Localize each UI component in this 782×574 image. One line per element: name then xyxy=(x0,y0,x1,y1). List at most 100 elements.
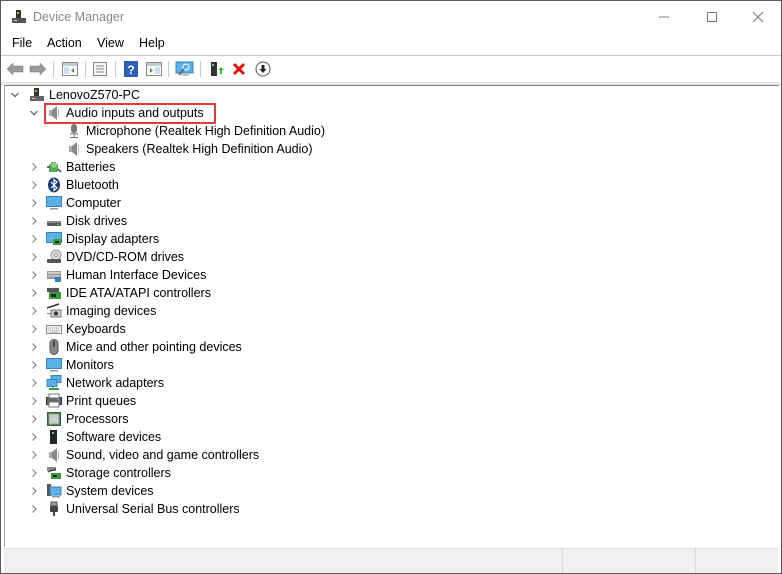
status-cell-main xyxy=(4,549,562,573)
chevron-right-icon[interactable] xyxy=(28,338,40,356)
tree-category-software-devices[interactable]: Software devices xyxy=(28,428,161,446)
disable-device-button[interactable] xyxy=(253,60,273,78)
category-label: Storage controllers xyxy=(66,466,171,480)
chevron-right-icon[interactable] xyxy=(28,464,40,482)
tree-category-processors[interactable]: Processors xyxy=(28,410,129,428)
display-adapter-icon xyxy=(46,231,62,247)
title-bar[interactable]: Device Manager xyxy=(1,1,781,33)
category-label: Human Interface Devices xyxy=(66,268,207,282)
tree-category-imaging-devices[interactable]: Imaging devices xyxy=(28,302,156,320)
maximize-button[interactable] xyxy=(689,1,735,33)
properties-button[interactable] xyxy=(90,60,110,78)
chevron-right-icon[interactable] xyxy=(28,284,40,302)
menu-help[interactable]: Help xyxy=(139,36,165,50)
disk-drive-icon xyxy=(46,213,62,229)
toolbar: ? xyxy=(1,56,781,82)
category-label: Mice and other pointing devices xyxy=(66,340,242,354)
chevron-down-icon[interactable] xyxy=(9,86,21,104)
usb-icon xyxy=(46,501,62,517)
category-label: Disk drives xyxy=(66,214,128,228)
uninstall-device-button[interactable] xyxy=(229,60,249,78)
category-label: Processors xyxy=(66,412,129,426)
device-label: Speakers (Realtek High Definition Audio) xyxy=(86,142,313,156)
tree-root[interactable]: LenovoZ570-PC xyxy=(9,86,140,104)
highlight-box xyxy=(44,103,216,124)
tree-category-monitors[interactable]: Monitors xyxy=(28,356,114,374)
chevron-right-icon[interactable] xyxy=(28,320,40,338)
toolbar-separator xyxy=(200,61,201,77)
chevron-down-icon[interactable] xyxy=(28,104,40,122)
category-label: System devices xyxy=(66,484,154,498)
chevron-right-icon[interactable] xyxy=(28,500,40,518)
chevron-right-icon[interactable] xyxy=(28,392,40,410)
chevron-right-icon[interactable] xyxy=(28,266,40,284)
show-hide-action-pane-button[interactable] xyxy=(144,60,164,78)
scan-hardware-changes-button[interactable] xyxy=(175,60,195,78)
close-button[interactable] xyxy=(735,1,781,33)
show-hide-console-tree-button[interactable] xyxy=(60,60,80,78)
tree-category-network-adapters[interactable]: Network adapters xyxy=(28,374,164,392)
category-label: Universal Serial Bus controllers xyxy=(66,502,240,516)
toolbar-separator xyxy=(85,61,86,77)
dvd-drive-icon xyxy=(46,249,62,265)
tree-category-print-queues[interactable]: Print queues xyxy=(28,392,136,410)
storage-controller-icon xyxy=(46,465,62,481)
tree-category-display-adapters[interactable]: Display adapters xyxy=(28,230,159,248)
chevron-right-icon[interactable] xyxy=(28,212,40,230)
help-button[interactable]: ? xyxy=(121,60,141,78)
device-manager-app-icon xyxy=(11,9,27,25)
tree-category-computer[interactable]: Computer xyxy=(28,194,121,212)
hid-icon xyxy=(46,267,62,283)
chevron-right-icon[interactable] xyxy=(28,158,40,176)
tree-category-system-devices[interactable]: System devices xyxy=(28,482,154,500)
tree-category-batteries[interactable]: Batteries xyxy=(28,158,115,176)
menu-file[interactable]: File xyxy=(12,36,32,50)
tree-category-universal-serial-bus-controllers[interactable]: Universal Serial Bus controllers xyxy=(28,500,240,518)
chevron-right-icon[interactable] xyxy=(28,302,40,320)
chevron-right-icon[interactable] xyxy=(28,356,40,374)
tree-category-disk-drives[interactable]: Disk drives xyxy=(28,212,127,230)
category-label: Print queues xyxy=(66,394,137,408)
battery-icon xyxy=(46,159,62,175)
category-label: Computer xyxy=(66,196,121,210)
tree-category-mice-and-other-pointing-devices[interactable]: Mice and other pointing devices xyxy=(28,338,242,356)
forward-button[interactable] xyxy=(28,60,48,78)
tree-device-speakers[interactable]: Speakers (Realtek High Definition Audio) xyxy=(66,140,313,158)
chevron-right-icon[interactable] xyxy=(28,230,40,248)
chevron-right-icon[interactable] xyxy=(28,446,40,464)
update-driver-button[interactable] xyxy=(206,60,226,78)
chevron-right-icon[interactable] xyxy=(28,482,40,500)
root-label: LenovoZ570-PC xyxy=(49,88,141,102)
category-label: Keyboards xyxy=(66,322,126,336)
tree-category-ide-ata-atapi-controllers[interactable]: IDE ATA/ATAPI controllers xyxy=(28,284,211,302)
update-driver-icon xyxy=(211,62,224,76)
uninstall-x-icon xyxy=(232,62,246,76)
chevron-right-icon[interactable] xyxy=(28,194,40,212)
action-pane-icon xyxy=(146,62,162,76)
category-label: Sound, video and game controllers xyxy=(66,448,260,462)
console-tree-icon xyxy=(62,62,78,76)
toolbar-separator xyxy=(115,61,116,77)
chevron-right-icon[interactable] xyxy=(28,410,40,428)
system-devices-icon xyxy=(46,483,62,499)
tree-category-keyboards[interactable]: Keyboards xyxy=(28,320,126,338)
chevron-right-icon[interactable] xyxy=(28,248,40,266)
tree-device-microphone[interactable]: Microphone (Realtek High Definition Audi… xyxy=(66,122,325,140)
tree-category-bluetooth[interactable]: Bluetooth xyxy=(28,176,119,194)
category-label: Display adapters xyxy=(66,232,160,246)
scan-monitor-icon xyxy=(175,61,194,76)
tree-category-storage-controllers[interactable]: Storage controllers xyxy=(28,464,171,482)
chevron-right-icon[interactable] xyxy=(28,374,40,392)
network-icon xyxy=(46,375,62,391)
minimize-button[interactable] xyxy=(641,1,687,33)
tree-category-dvd-cd-rom-drives[interactable]: DVD/CD-ROM drives xyxy=(28,248,184,266)
computer-monitor-icon xyxy=(46,195,62,211)
menu-view[interactable]: View xyxy=(97,36,124,50)
chevron-right-icon[interactable] xyxy=(28,428,40,446)
chevron-right-icon[interactable] xyxy=(28,176,40,194)
tree-category-sound-video-and-game-controllers[interactable]: Sound, video and game controllers xyxy=(28,446,259,464)
keyboard-icon xyxy=(46,321,62,337)
back-button[interactable] xyxy=(5,60,25,78)
menu-action[interactable]: Action xyxy=(47,36,82,50)
tree-category-human-interface-devices[interactable]: Human Interface Devices xyxy=(28,266,206,284)
